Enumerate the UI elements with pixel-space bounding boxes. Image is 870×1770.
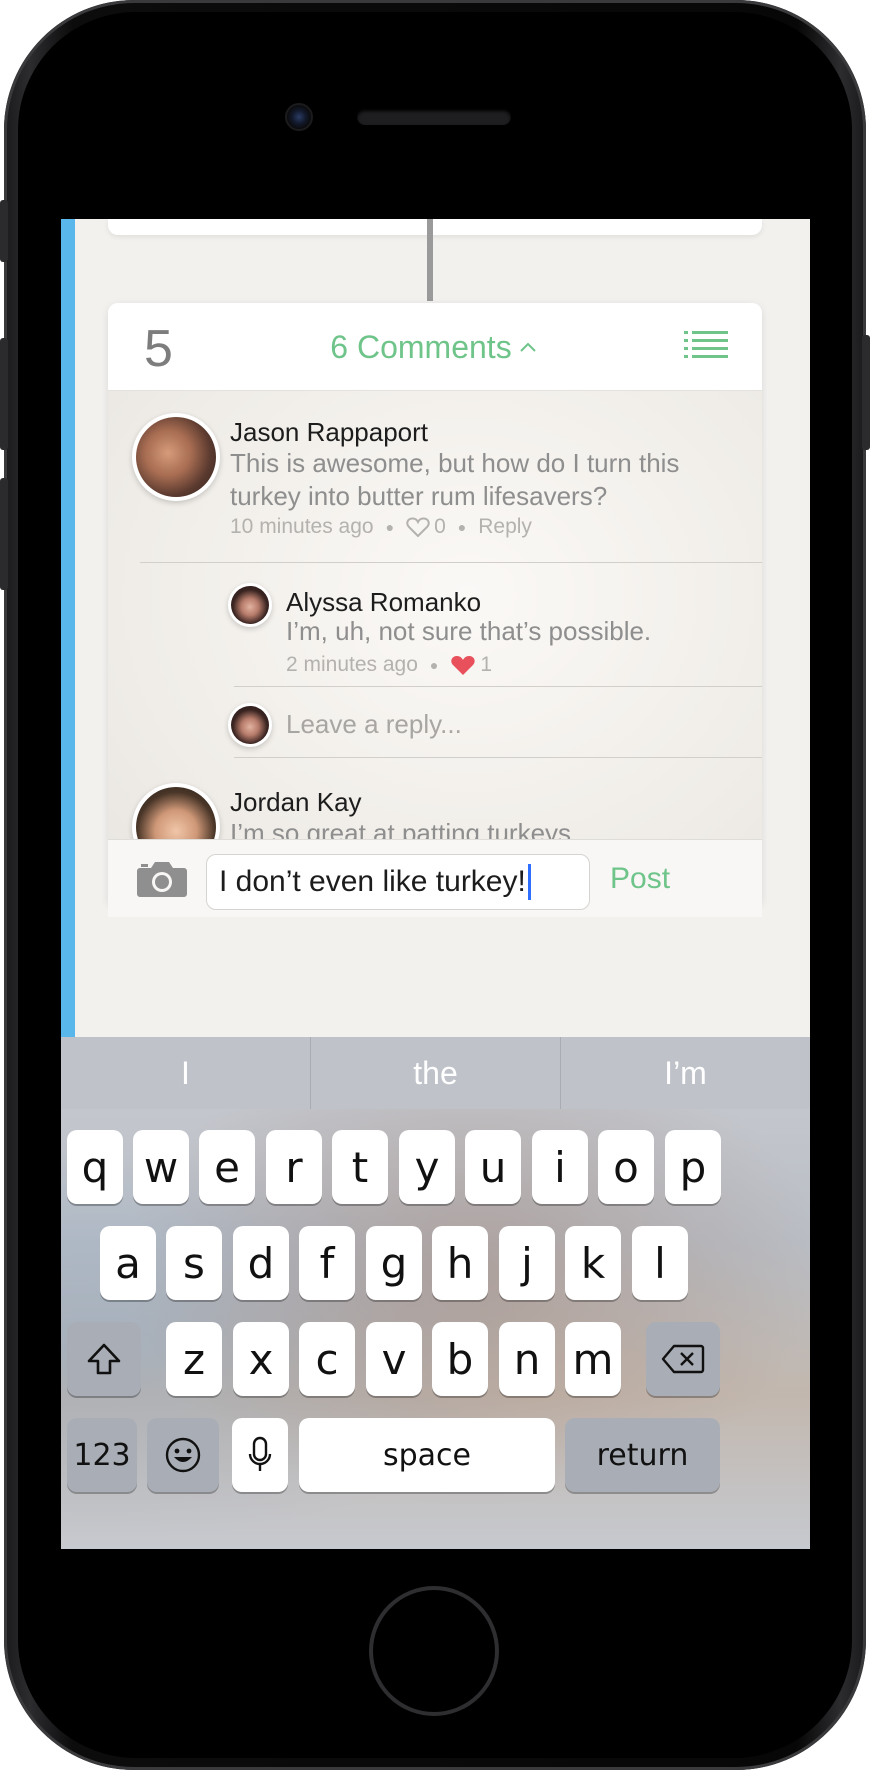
avatar [228,703,272,747]
suggestion[interactable]: I [61,1037,311,1109]
chevron-up-icon [519,342,536,352]
numbers-key[interactable]: 123 [67,1418,137,1492]
text-caret [527,864,531,900]
heart-filled-icon[interactable] [450,654,476,676]
space-key[interactable]: space [299,1418,555,1492]
list-icon[interactable] [684,329,728,361]
key-k[interactable]: k [565,1226,621,1300]
like-count: 1 [480,653,493,676]
key-l[interactable]: l [632,1226,688,1300]
screen: 5 6 Comments Jason Rappaport This is awe… [61,219,810,1549]
previous-card [108,219,762,235]
return-key[interactable]: return [565,1418,720,1492]
key-g[interactable]: g [366,1226,422,1300]
key-j[interactable]: j [499,1226,555,1300]
card-header: 5 6 Comments [108,303,762,391]
delete-key[interactable] [646,1322,720,1396]
comment-timestamp: 10 minutes ago [230,515,374,538]
power-button [862,335,870,450]
comment-input[interactable]: I don’t even like turkey! [206,854,590,910]
comments-count-label: 6 Comments [330,328,512,365]
comment-author[interactable]: Jason Rappaport [230,417,428,448]
key-n[interactable]: n [499,1322,555,1396]
volume-down-button [0,478,8,590]
delete-icon [661,1344,705,1374]
shift-key[interactable] [67,1322,141,1396]
comment-author[interactable]: Alyssa Romanko [286,587,481,618]
avatar[interactable] [228,583,272,627]
comment-timestamp: 2 minutes ago [286,653,418,676]
timeline-connector [427,219,433,301]
key-a[interactable]: a [100,1226,156,1300]
comment-meta: 10 minutes ago ● 0 ● Reply [230,515,532,539]
comments-toggle-button[interactable]: 6 Comments [308,327,558,367]
key-s[interactable]: s [166,1226,222,1300]
key-p[interactable]: p [665,1130,721,1204]
key-e[interactable]: e [199,1130,255,1204]
camera-icon[interactable] [136,860,188,898]
key-r[interactable]: r [266,1130,322,1204]
key-i[interactable]: i [532,1130,588,1204]
like-count: 0 [434,515,446,538]
comment-input-value: I don’t even like turkey! [219,865,526,898]
key-q[interactable]: q [67,1130,123,1204]
microphone-icon [248,1436,272,1471]
volume-up-button [0,338,8,450]
key-h[interactable]: h [432,1226,488,1300]
key-m[interactable]: m [565,1322,621,1396]
comment-author[interactable]: Jordan Kay [230,787,362,818]
key-w[interactable]: w [133,1130,189,1204]
emoji-icon [165,1437,201,1473]
key-x[interactable]: x [233,1322,289,1396]
comment-text: I’m, uh, not sure that’s possible. [286,616,652,646]
reply-link[interactable]: Reply [478,515,532,539]
key-y[interactable]: y [399,1130,455,1204]
key-o[interactable]: o [598,1130,654,1204]
key-z[interactable]: z [166,1322,222,1396]
separator-dot: ● [429,657,439,673]
keyboard: I the I’m q w e r t y u i o p a s d f g … [61,1037,810,1549]
separator-dot: ● [385,519,395,535]
shift-icon [87,1343,121,1375]
key-d[interactable]: d [233,1226,289,1300]
comments-list: Jason Rappaport This is awesome, but how… [108,391,762,903]
key-f[interactable]: f [299,1226,355,1300]
earpiece-speaker [357,109,511,125]
mute-switch [0,200,8,262]
suggestion[interactable]: the [311,1037,561,1109]
comment-text-line: turkey into butter rum lifesavers? [230,481,608,511]
comment-text-line: This is awesome, but how do I turn this [230,448,680,478]
comment-divider [140,562,762,563]
heart-outline-icon[interactable] [406,516,430,538]
reply-input[interactable]: Leave a reply... [286,709,462,740]
avatar[interactable] [132,413,220,501]
separator-dot: ● [457,519,467,535]
key-u[interactable]: u [465,1130,521,1204]
comment-composer: I don’t even like turkey! Post [108,839,762,917]
comment-divider [234,757,762,758]
predictive-bar: I the I’m [61,1037,810,1109]
timeline-accent-strip [61,219,75,1037]
card-number: 5 [144,320,173,378]
comment-meta: 2 minutes ago ● 1 [286,653,492,677]
comments-card: 5 6 Comments Jason Rappaport This is awe… [108,303,762,903]
emoji-key[interactable] [147,1418,219,1492]
key-v[interactable]: v [366,1322,422,1396]
home-button[interactable] [369,1586,499,1716]
suggestion[interactable]: I’m [561,1037,810,1109]
post-button[interactable]: Post [610,862,670,896]
dictation-key[interactable] [232,1418,288,1492]
comment-divider [234,686,762,687]
key-c[interactable]: c [299,1322,355,1396]
comment-text: This is awesome, but how do I turn this … [230,447,679,513]
key-t[interactable]: t [332,1130,388,1204]
key-b[interactable]: b [432,1322,488,1396]
front-camera [285,103,313,131]
